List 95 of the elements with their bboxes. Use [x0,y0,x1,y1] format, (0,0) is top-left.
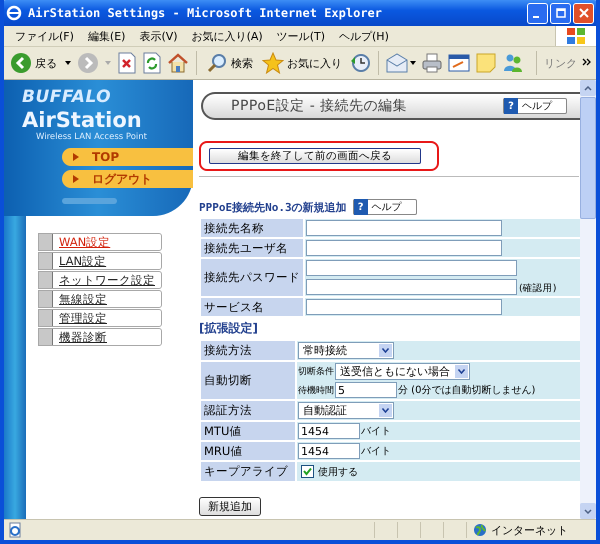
back-button[interactable]: 戻る [8,52,59,74]
decorative-bar [62,198,117,204]
bullet-icon [39,310,53,326]
nav-button[interactable]: TOP [62,148,193,166]
maximize-button[interactable] [550,2,571,24]
window-title: AirStation Settings - Microsoft Internet Explorer [28,6,382,20]
field-label: MTU値 [201,422,295,440]
help-button[interactable]: ? ヘルプ [503,98,567,114]
chevron-icon[interactable] [582,58,592,68]
minimize-button[interactable] [527,2,548,24]
stop-icon[interactable] [117,52,137,74]
product-logo: AirStation [22,108,143,132]
close-button[interactable] [573,2,594,24]
browser-logo-icon [6,5,22,21]
field-label: MRU値 [201,442,295,460]
confirm-note: (確認用) [519,282,556,295]
field-label: 認証方法 [201,401,295,420]
mail-icon[interactable] [386,52,416,74]
sidebar-item[interactable]: ネットワーク設定 [38,271,162,289]
condition-label: 切断条件 [298,366,334,378]
page-icon [7,522,23,538]
checkbox-label: 使用する [318,466,358,478]
menu-item[interactable]: 表示(V) [132,28,185,44]
edit-page-icon[interactable] [448,52,470,74]
wait-note: 分 (0分では自動切断しません) [398,384,536,397]
input-field[interactable] [306,240,502,256]
password-field[interactable] [306,260,517,276]
dropdown[interactable]: 自動認証 [298,402,394,419]
add-button[interactable]: 新規追加 [199,497,261,516]
field-label: 接続先ユーザ名 [201,239,303,257]
favorites-button[interactable]: お気に入り [260,52,344,74]
field-label: 接続先名称 [201,219,303,237]
refresh-icon[interactable] [142,52,162,74]
field-label: 接続先パスワード [201,259,303,296]
password-field[interactable] [306,279,517,295]
field-label: サービス名 [201,298,303,316]
arrow-icon [72,174,80,184]
sidebar-item[interactable]: WAN設定 [38,233,162,251]
bullet-icon [39,272,53,288]
section-title: [拡張設定] [199,320,258,337]
search-button[interactable]: 検索 [204,52,255,74]
tagline: Wireless LAN Access Point [36,132,148,142]
scroll-up-button[interactable] [580,80,596,96]
people-icon[interactable] [502,52,524,74]
minimize-icon [532,16,538,18]
scroll-down-button[interactable] [580,503,596,519]
menu-item[interactable]: ファイル(F) [8,28,81,44]
links-label[interactable]: リンク [544,56,577,70]
input-field[interactable] [306,299,502,315]
dropdown[interactable]: 送受信ともにない場合 [335,363,470,380]
bullet-icon [39,329,53,345]
bullet-icon [39,253,53,269]
help-icon: ? [504,98,518,114]
printer-icon[interactable] [421,52,443,74]
globe-icon [473,523,487,537]
bullet-icon [39,291,53,307]
section-title: PPPoE接続先No.3の新規追加 [199,200,347,214]
help-icon: ? [354,199,368,215]
brand-logo: BUFFALO [22,88,112,106]
input-field[interactable]: 1454 [298,443,360,459]
menu-item[interactable]: ヘルプ(H) [332,28,396,44]
field-label: 自動切断 [201,362,295,399]
sidebar-item[interactable]: LAN設定 [38,252,162,270]
input-field[interactable]: 1454 [298,423,360,439]
field-label: 接続方法 [201,341,295,360]
sidebar-item[interactable]: 無線設定 [38,290,162,308]
scroll-thumb[interactable] [580,97,596,219]
checkbox[interactable] [301,465,314,478]
input-field[interactable] [306,220,502,236]
menu-item[interactable]: 編集(E) [80,28,132,44]
vertical-scrollbar[interactable] [580,80,596,519]
close-icon [578,8,588,18]
star-icon [262,52,284,74]
sidebar-item[interactable]: 機器診断 [38,328,162,346]
page-title: PPPoE設定 - 接続先の編集 [231,97,408,115]
nav-button[interactable]: ログアウト [62,170,193,188]
bullet-icon [39,234,53,250]
back-button[interactable]: 編集を終了して前の画面へ戻る [209,148,421,164]
home-icon[interactable] [167,52,189,74]
menu-item[interactable]: お気に入り(A) [184,28,270,44]
field-label: キープアライブ [201,462,295,481]
menu-item[interactable]: ツール(T) [270,28,332,44]
wait-label: 待機時間 [298,384,334,396]
search-icon [206,52,228,74]
sidebar-item[interactable]: 管理設定 [38,309,162,327]
help-button[interactable]: ? ヘルプ [352,199,417,215]
dropdown-caret-icon[interactable] [64,60,72,66]
unit-label: バイト [361,425,391,438]
input-field[interactable]: 5 [335,382,397,398]
zone-label: インターネット [491,522,568,538]
unit-label: バイト [361,445,391,458]
dropdown[interactable]: 常時接続 [298,342,394,359]
history-icon[interactable] [349,52,371,74]
arrow-icon [72,152,80,162]
maximize-icon [556,8,566,18]
